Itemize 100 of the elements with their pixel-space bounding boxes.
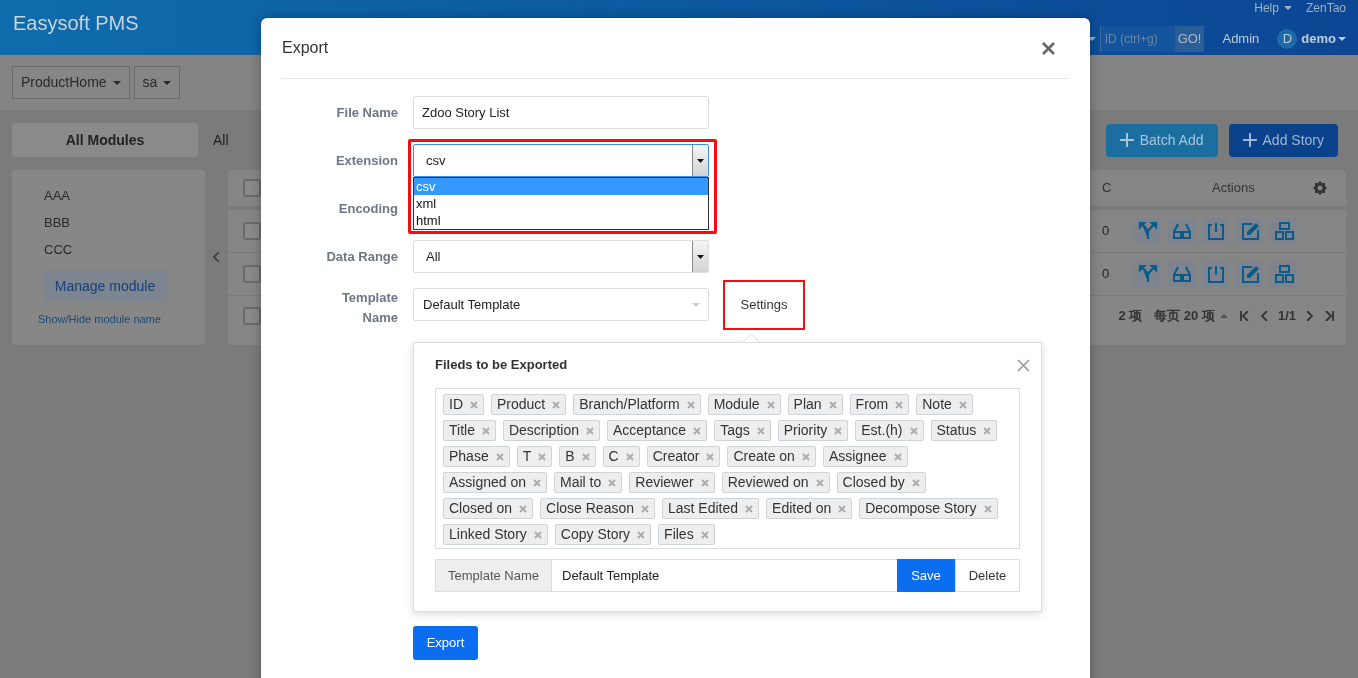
field-tag[interactable]: Create on — [727, 446, 816, 467]
add-button[interactable]: Add Story — [1228, 123, 1338, 157]
remove-icon[interactable] — [533, 478, 542, 487]
remove-icon[interactable] — [533, 530, 542, 539]
select-field[interactable]: csv — [413, 144, 709, 177]
close-icon[interactable] — [1017, 358, 1030, 372]
remove-icon[interactable] — [470, 400, 478, 409]
field-tag[interactable]: Status — [930, 420, 998, 441]
search-field[interactable]: ID (ctrl+g) — [1099, 26, 1175, 52]
field-tag[interactable]: Last Edited — [662, 498, 760, 519]
action-button[interactable] — [1202, 218, 1229, 244]
settings-icon[interactable] — [1312, 180, 1328, 196]
module-item[interactable]: BBB — [12, 209, 205, 236]
breadcrumb-item[interactable]: ProductHome — [12, 66, 130, 99]
remove-icon[interactable] — [686, 400, 695, 409]
user-menu[interactable]: demo — [1301, 29, 1346, 49]
field-tag[interactable]: Phase — [443, 446, 510, 467]
field-tag[interactable]: T — [516, 446, 553, 467]
field-tag[interactable]: Product — [491, 394, 567, 415]
filter-tab[interactable]: All — [213, 129, 229, 151]
remove-icon[interactable] — [625, 452, 634, 461]
field-tag[interactable]: Module — [707, 394, 781, 415]
zentao-link[interactable]: ZenTao — [1305, 0, 1346, 17]
module-item[interactable]: CCC — [12, 236, 205, 263]
action-button[interactable] — [1134, 218, 1161, 244]
field-tag[interactable]: Copy Story — [554, 524, 652, 545]
remove-icon[interactable] — [641, 504, 649, 513]
remove-icon[interactable] — [700, 530, 709, 539]
remove-icon[interactable] — [706, 452, 715, 461]
select-field[interactable]: All — [413, 240, 709, 273]
field-tag[interactable]: C — [602, 446, 640, 467]
remove-icon[interactable] — [519, 504, 528, 513]
remove-icon[interactable] — [983, 504, 992, 513]
dropdown-option[interactable]: html — [414, 212, 708, 229]
last-page-icon[interactable] — [1325, 311, 1334, 321]
remove-icon[interactable] — [745, 504, 754, 513]
checkbox[interactable] — [243, 307, 261, 325]
action-button[interactable] — [1134, 261, 1161, 287]
breadcrumb-item[interactable]: sa — [133, 66, 181, 99]
field-tag[interactable]: From — [849, 394, 910, 415]
field-tag[interactable]: Assignee — [822, 446, 908, 467]
action-button[interactable] — [1202, 261, 1229, 287]
template-select[interactable]: Default Template — [413, 288, 709, 321]
field-tag[interactable]: Linked Story — [443, 524, 548, 545]
field-tag[interactable]: Acceptance — [606, 420, 708, 441]
checkbox[interactable] — [243, 179, 261, 197]
save-button[interactable]: Save — [897, 559, 955, 592]
admin-link[interactable]: Admin — [1222, 29, 1260, 49]
remove-icon[interactable] — [834, 426, 843, 435]
field-tag[interactable]: Closed by — [836, 472, 926, 493]
close-icon[interactable] — [1042, 41, 1055, 55]
chevron-left-icon[interactable] — [213, 251, 220, 262]
action-button[interactable] — [1236, 218, 1263, 244]
field-tag[interactable]: Description — [502, 420, 600, 441]
remove-icon[interactable] — [495, 452, 504, 461]
action-button[interactable] — [1236, 261, 1263, 287]
help-menu[interactable]: Help — [1254, 0, 1292, 17]
field-tag[interactable]: Creator — [646, 446, 721, 467]
remove-icon[interactable] — [838, 504, 847, 513]
action-button[interactable] — [1168, 261, 1195, 287]
remove-icon[interactable] — [893, 452, 902, 461]
module-item[interactable]: AAA — [12, 182, 205, 209]
field-tag[interactable]: B — [559, 446, 596, 467]
field-tag[interactable]: Branch/Platform — [573, 394, 701, 415]
field-tag[interactable]: Plan — [787, 394, 843, 415]
remove-icon[interactable] — [815, 478, 824, 487]
remove-icon[interactable] — [828, 400, 837, 409]
field-tag[interactable]: Decompose Story — [859, 498, 998, 519]
remove-icon[interactable] — [481, 426, 490, 435]
field-tag[interactable]: Mail to — [554, 472, 623, 493]
field-tag[interactable]: Note — [916, 394, 973, 415]
checkbox[interactable] — [243, 265, 261, 283]
field-tag[interactable]: Est.(h) — [855, 420, 924, 441]
remove-icon[interactable] — [552, 400, 561, 409]
field-tag[interactable]: Reviewed on — [721, 472, 830, 493]
field-tag[interactable]: Title — [443, 420, 496, 441]
page-size-menu[interactable]: 每页 20 项 — [1154, 306, 1228, 326]
field-tag[interactable]: Reviewer — [629, 472, 715, 493]
file-name-field[interactable]: Zdoo Story List — [413, 96, 709, 129]
checkbox[interactable] — [243, 222, 261, 240]
export-button[interactable]: Export — [413, 626, 478, 660]
settings-button[interactable]: Settings — [723, 280, 805, 330]
action-button[interactable] — [1270, 261, 1297, 287]
next-page-icon[interactable] — [1306, 311, 1313, 321]
tag-box[interactable] — [435, 388, 1020, 549]
remove-icon[interactable] — [585, 426, 594, 435]
field-tag[interactable]: Edited on — [766, 498, 853, 519]
remove-icon[interactable] — [911, 478, 920, 487]
action-button[interactable] — [1270, 218, 1297, 244]
remove-icon[interactable] — [581, 452, 590, 461]
remove-icon[interactable] — [983, 426, 992, 435]
remove-icon[interactable] — [766, 400, 775, 409]
remove-icon[interactable] — [909, 426, 918, 435]
field-tag[interactable]: Files — [658, 524, 715, 545]
field-tag[interactable]: Close Reason — [540, 498, 655, 519]
remove-icon[interactable] — [895, 400, 904, 409]
field-tag[interactable]: Tags — [714, 420, 771, 441]
remove-icon[interactable] — [958, 400, 967, 409]
action-button[interactable] — [1168, 218, 1195, 244]
remove-icon[interactable] — [693, 426, 702, 435]
